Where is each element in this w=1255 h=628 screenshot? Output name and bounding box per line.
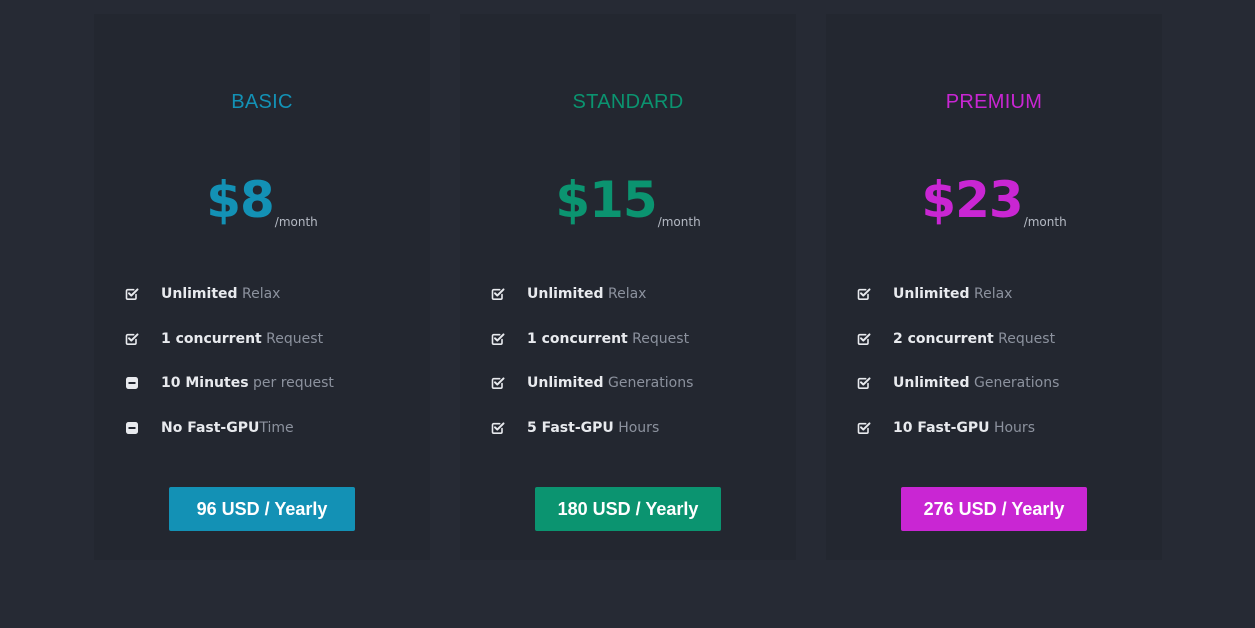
checkbox-checked-icon <box>491 332 505 346</box>
feature-light: Time <box>259 419 294 436</box>
feature-item: Unlimited Relax <box>857 272 1059 317</box>
price-period: /month <box>657 215 701 229</box>
feature-light: Relax <box>969 286 1013 303</box>
feature-strong: Unlimited <box>893 375 970 392</box>
checkbox-checked-icon <box>857 421 871 435</box>
checkbox-checked-icon <box>125 332 139 346</box>
feature-strong: 10 Fast-GPU <box>893 419 990 436</box>
feature-light: Generations <box>969 375 1060 392</box>
feature-strong: 1 concurrent <box>161 330 262 347</box>
feature-item: 1 concurrent Request <box>125 317 334 362</box>
price-row: $15 /month <box>460 170 796 230</box>
plan-price: $15 <box>555 171 657 229</box>
feature-item: Unlimited Relax <box>125 272 334 317</box>
minus-square-icon <box>125 376 139 390</box>
feature-light: Relax <box>237 286 281 303</box>
feature-list: Unlimited Relax 1 concurrent Request 10 … <box>125 272 334 450</box>
feature-strong: 5 Fast-GPU <box>527 419 614 436</box>
feature-light: Generations <box>603 375 694 392</box>
feature-item: 5 Fast-GPU Hours <box>491 406 693 451</box>
pricing-table: BASIC $8 /month Unlimited Relax 1 concur… <box>94 14 1162 560</box>
checkbox-checked-icon <box>857 376 871 390</box>
feature-strong: 10 Minutes <box>161 375 249 392</box>
feature-item: 10 Fast-GPU Hours <box>857 406 1059 451</box>
plan-card-basic: BASIC $8 /month Unlimited Relax 1 concur… <box>94 14 430 560</box>
checkbox-checked-icon <box>125 287 139 301</box>
feature-light: Hours <box>613 419 660 436</box>
price-row: $8 /month <box>94 170 430 230</box>
checkbox-checked-icon <box>857 287 871 301</box>
feature-strong: Unlimited <box>893 286 970 303</box>
plan-card-standard: STANDARD $15 /month Unlimited Relax 1 co… <box>460 14 796 560</box>
feature-item: Unlimited Generations <box>491 361 693 406</box>
minus-square-icon <box>125 421 139 435</box>
plan-name: PREMIUM <box>945 91 1043 113</box>
feature-item: Unlimited Relax <box>491 272 693 317</box>
checkbox-checked-icon <box>491 421 505 435</box>
feature-light: Request <box>261 330 324 347</box>
price-period: /month <box>1023 215 1067 229</box>
plan-price: $8 <box>206 171 275 229</box>
feature-item: Unlimited Generations <box>857 361 1059 406</box>
subscribe-basic-button[interactable]: 96 USD / Yearly <box>169 487 355 531</box>
plan-price: $23 <box>921 171 1023 229</box>
feature-item: No Fast-GPUTime <box>125 406 334 451</box>
feature-strong: Unlimited <box>527 375 604 392</box>
feature-light: Request <box>993 330 1056 347</box>
feature-strong: Unlimited <box>161 286 238 303</box>
plan-card-premium: PREMIUM $23 /month Unlimited Relax 2 con… <box>826 14 1162 560</box>
feature-item: 1 concurrent Request <box>491 317 693 362</box>
subscribe-premium-button[interactable]: 276 USD / Yearly <box>901 487 1087 531</box>
checkbox-checked-icon <box>491 376 505 390</box>
plan-name: STANDARD <box>572 91 684 113</box>
feature-light: Request <box>627 330 690 347</box>
feature-strong: Unlimited <box>527 286 604 303</box>
feature-item: 2 concurrent Request <box>857 317 1059 362</box>
feature-strong: 2 concurrent <box>893 330 994 347</box>
feature-light: Hours <box>989 419 1035 436</box>
feature-strong: 1 concurrent <box>527 330 628 347</box>
feature-item: 10 Minutes per request <box>125 361 334 406</box>
checkbox-checked-icon <box>491 287 505 301</box>
feature-list: Unlimited Relax 2 concurrent Request Unl… <box>857 272 1059 450</box>
feature-light: per request <box>248 375 334 392</box>
feature-list: Unlimited Relax 1 concurrent Request Unl… <box>491 272 693 450</box>
price-row: $23 /month <box>826 170 1162 230</box>
feature-strong: No Fast-GPU <box>161 419 260 436</box>
subscribe-standard-button[interactable]: 180 USD / Yearly <box>535 487 721 531</box>
plan-name: BASIC <box>231 91 293 113</box>
feature-light: Relax <box>603 286 647 303</box>
checkbox-checked-icon <box>857 332 871 346</box>
price-period: /month <box>274 215 318 229</box>
